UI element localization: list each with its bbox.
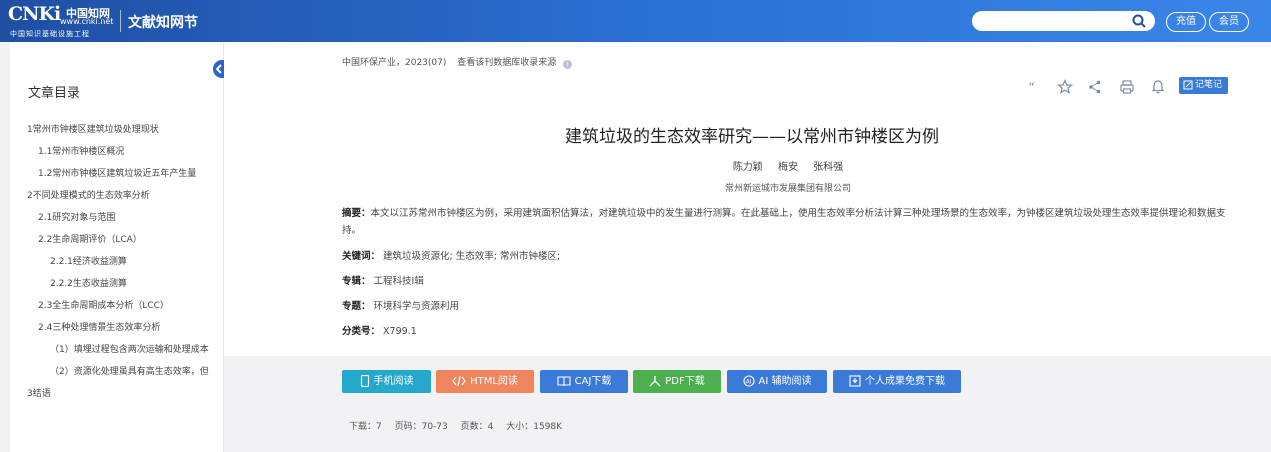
author-link[interactable]: 陈力颖 <box>733 162 763 173</box>
mobile-read-label: 手机阅读 <box>373 376 414 387</box>
ai-assist-read-button[interactable]: AI AI 辅助阅读 <box>727 370 827 393</box>
toc-item[interactable]: 2不同处理模式的生态效率分析 <box>10 185 224 207</box>
edit-icon <box>1183 80 1193 90</box>
toc-title: 文章目录 <box>28 86 81 101</box>
abstract-label: 摘要： <box>342 208 371 219</box>
toc-item[interactable]: （1）填埋过程包含两次运输和处理成本 <box>10 339 224 361</box>
header-divider <box>120 10 121 32</box>
toc-item[interactable]: 1常州市钟楼区建筑垃圾处理现状 <box>10 119 224 141</box>
toc-item[interactable]: 1.2常州市钟楼区建筑垃圾近五年产生量 <box>10 163 224 185</box>
pdf-icon <box>649 376 661 387</box>
quote-icon[interactable]: “ <box>1024 78 1042 96</box>
journal-info[interactable]: 中国环保产业，2023(07) <box>342 58 446 68</box>
star-icon[interactable] <box>1056 78 1074 96</box>
file-size: 大小：1598K <box>506 422 563 432</box>
topic-label: 专题： <box>342 301 371 312</box>
topic-value: 环境科学与资源利用 <box>373 301 460 312</box>
abstract-block: 摘要：本文以江苏常州市钟楼区为例，采用建筑面积估算法，对建筑垃圾中的发生量进行测… <box>342 205 1232 239</box>
svg-text:“: “ <box>1028 81 1035 96</box>
print-icon[interactable] <box>1118 78 1136 96</box>
share-icon[interactable] <box>1086 78 1104 96</box>
recharge-button[interactable]: 充值 <box>1166 12 1206 32</box>
info-icon[interactable]: i <box>563 60 573 69</box>
page-count: 页数：4 <box>460 422 494 432</box>
free-download-button[interactable]: 个人成果免费下载 <box>833 370 961 393</box>
page-title: 文献知网节 <box>128 15 198 31</box>
album-block: 专辑： 工程科技Ⅰ辑 <box>342 273 424 290</box>
toc-sidebar: 文章目录 1常州市钟楼区建筑垃圾处理现状 1.1常州市钟楼区概况 1.2常州市钟… <box>10 42 224 452</box>
abstract-text: 本文以江苏常州市钟楼区为例，采用建筑面积估算法，对建筑垃圾中的发生量进行测算。在… <box>342 208 1226 236</box>
album-value: 工程科技Ⅰ辑 <box>373 276 424 287</box>
author-link[interactable]: 张科强 <box>813 162 843 173</box>
keywords-value[interactable]: 建筑垃圾资源化; 生态效率; 常州市钟楼区; <box>383 251 560 262</box>
toc-item[interactable]: 3结语 <box>10 383 224 405</box>
download-count: 下载：7 <box>349 422 382 432</box>
bell-icon[interactable] <box>1149 78 1167 96</box>
pdf-download-label: PDF下载 <box>665 376 705 387</box>
page-range: 页码：70-73 <box>394 422 448 432</box>
caj-download-button[interactable]: CAJ下载 <box>540 370 628 393</box>
cnki-logo[interactable]: CNKi 中国知网 www.cnki.net 中国知识基础设施工程 <box>8 3 116 39</box>
article-stats: 下载：7 页码：70-73 页数：4 大小：1598K <box>349 419 572 432</box>
book-icon <box>557 376 571 387</box>
toc-item[interactable]: 2.2.2生态收益测算 <box>10 273 224 295</box>
phone-icon <box>360 374 369 388</box>
top-header: CNKi 中国知网 www.cnki.net 中国知识基础设施工程 文献知网节 … <box>0 0 1271 42</box>
logo-url: www.cnki.net <box>60 17 114 26</box>
action-band: 手机阅读 HTML阅读 CAJ下载 PDF下载 AI AI 辅助阅读 个人成果免费… <box>224 356 1271 452</box>
code-icon <box>452 375 466 387</box>
svg-text:AI: AI <box>745 378 751 385</box>
clc-block: 分类号： X799.1 <box>342 323 417 340</box>
html-read-button[interactable]: HTML阅读 <box>436 370 534 393</box>
toc-item[interactable]: 2.4三种处理情景生态效率分析 <box>10 317 224 339</box>
search-input[interactable] <box>972 11 1155 31</box>
html-read-label: HTML阅读 <box>470 376 518 387</box>
logo-mark: CNKi <box>8 3 61 25</box>
ai-assist-read-label: AI 辅助阅读 <box>758 376 812 387</box>
chevron-left-icon <box>215 64 222 74</box>
keywords-label: 关键词： <box>342 251 381 262</box>
pdf-download-button[interactable]: PDF下载 <box>633 370 721 393</box>
logo-subtitle: 中国知识基础设施工程 <box>10 30 90 38</box>
free-download-label: 个人成果免费下载 <box>865 376 945 387</box>
organization-link[interactable]: 常州新运城市发展集团有限公司 <box>224 181 1271 194</box>
caj-download-label: CAJ下载 <box>574 376 612 387</box>
search-icon[interactable] <box>1131 13 1147 29</box>
toc-item[interactable]: 2.2生命周期评价（LCA） <box>10 229 224 251</box>
article-title: 建筑垃圾的生态效率研究——以常州市钟楼区为例 <box>565 127 939 147</box>
author-link[interactable]: 梅安 <box>778 162 798 173</box>
keywords-block: 关键词： 建筑垃圾资源化; 生态效率; 常州市钟楼区; <box>342 248 560 265</box>
source-link[interactable]: 查看该刊数据库收录来源 <box>457 58 556 68</box>
toc-item[interactable]: 2.2.1经济收益测算 <box>10 251 224 273</box>
toc-list: 1常州市钟楼区建筑垃圾处理现状 1.1常州市钟楼区概况 1.2常州市钟楼区建筑垃… <box>10 119 224 405</box>
toc-item[interactable]: 1.1常州市钟楼区概况 <box>10 141 224 163</box>
toc-item[interactable]: （2）资源化处理虽具有高生态效率，但 <box>10 361 224 383</box>
topic-block: 专题： 环境科学与资源利用 <box>342 298 459 315</box>
mobile-read-button[interactable]: 手机阅读 <box>342 370 431 393</box>
clc-label: 分类号： <box>342 326 381 337</box>
take-note-label: 记笔记 <box>1195 80 1223 90</box>
author-list: 陈力颖 梅安 张科强 <box>224 158 1271 173</box>
download-icon <box>849 375 861 387</box>
source-line: 中国环保产业，2023(07) 查看该刊数据库收录来源 i <box>342 55 573 69</box>
article-main: 中国环保产业，2023(07) 查看该刊数据库收录来源 i “ 记笔记 建筑垃圾… <box>224 42 1271 356</box>
toc-item[interactable]: 2.1研究对象与范围 <box>10 207 224 229</box>
take-note-button[interactable]: 记笔记 <box>1179 77 1228 94</box>
clc-value: X799.1 <box>383 326 417 337</box>
album-label: 专辑： <box>342 276 371 287</box>
member-button[interactable]: 会员 <box>1209 12 1249 32</box>
toc-item[interactable]: 2.3全生命周期成本分析（LCC） <box>10 295 224 317</box>
ai-icon: AI <box>742 375 755 387</box>
